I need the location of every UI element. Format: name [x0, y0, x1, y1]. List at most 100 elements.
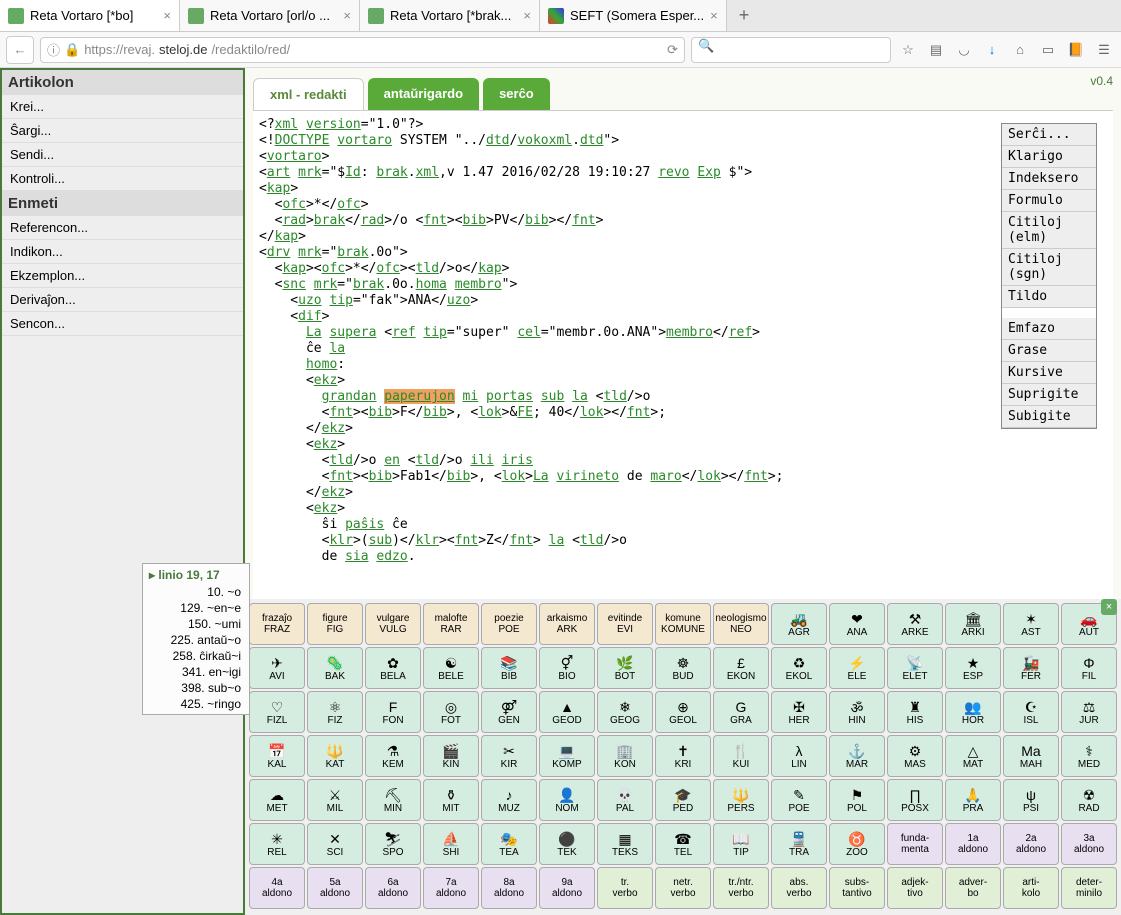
grid-close-icon[interactable]: ×	[1101, 599, 1117, 615]
grid-cell-psi[interactable]: ψPSI	[1003, 779, 1059, 821]
grid-cell-tantivo[interactable]: subs-tantivo	[829, 867, 885, 909]
reload-icon[interactable]: ⟳	[667, 42, 678, 58]
suggest-item[interactable]: 10. ~o	[145, 584, 247, 600]
browser-tab-2[interactable]: Reta Vortaro [*brak... ×	[360, 0, 540, 31]
grid-cell-aldono[interactable]: 9aaldono	[539, 867, 595, 909]
grid-cell-evi[interactable]: evitindeEVI	[597, 603, 653, 645]
grid-cell-arke[interactable]: ⚒ARKE	[887, 603, 943, 645]
grid-cell-avi[interactable]: ✈AVI	[249, 647, 305, 689]
grid-cell-kri[interactable]: ✝KRI	[655, 735, 711, 777]
grid-cell-fil[interactable]: ΦFIL	[1061, 647, 1117, 689]
sidebar-item[interactable]: Sencon...	[2, 312, 243, 336]
grid-cell-tra[interactable]: 🚆TRA	[771, 823, 827, 865]
grid-cell-arki[interactable]: 🏛ARKI	[945, 603, 1001, 645]
grid-cell-bib[interactable]: 📚BIB	[481, 647, 537, 689]
grid-cell-tivo[interactable]: adjek-tivo	[887, 867, 943, 909]
grid-cell-ast[interactable]: ✶AST	[1003, 603, 1059, 645]
grid-cell-fer[interactable]: 🚂FER	[1003, 647, 1059, 689]
browser-tab-3[interactable]: SEFT (Somera Esper... ×	[540, 0, 727, 31]
grid-cell-bele[interactable]: ☯BELE	[423, 647, 479, 689]
xml-editor[interactable]: <?xml version="1.0"?><!DOCTYPE vortaro S…	[253, 110, 1113, 599]
grid-cell-shi[interactable]: ⛵SHI	[423, 823, 479, 865]
grid-cell-spo[interactable]: ⛷SPO	[365, 823, 421, 865]
grid-cell-aldono[interactable]: 8aaldono	[481, 867, 537, 909]
sidebar-item[interactable]: Kontroli...	[2, 167, 243, 191]
back-button[interactable]: ←	[6, 36, 34, 64]
grid-cell-aldono[interactable]: 5aaldono	[307, 867, 363, 909]
url-bar[interactable]: ⓘ 🔒 https://revaj.steloj.de/redaktilo/re…	[40, 37, 685, 63]
grid-cell-mat[interactable]: △MAT	[945, 735, 1001, 777]
suggest-item[interactable]: 258. ĉirkaŭ~i	[145, 648, 247, 664]
grid-cell-mas[interactable]: ⚙MAS	[887, 735, 943, 777]
star-icon[interactable]: ☆	[897, 39, 919, 61]
grid-cell-fig[interactable]: figureFIG	[307, 603, 363, 645]
grid-cell-kolo[interactable]: arti-kolo	[1003, 867, 1059, 909]
grid-cell-pers[interactable]: 🔱PERS	[713, 779, 769, 821]
suggest-item[interactable]: 225. antaŭ~o	[145, 632, 247, 648]
grid-cell-mit[interactable]: ⚱MIT	[423, 779, 479, 821]
grid-cell-kon[interactable]: 🏢KON	[597, 735, 653, 777]
tab-close-icon[interactable]: ×	[523, 8, 531, 23]
grid-cell-fon[interactable]: FFON	[365, 691, 421, 733]
grid-cell-aldono[interactable]: 2aaldono	[1003, 823, 1059, 865]
grid-cell-lin[interactable]: λLIN	[771, 735, 827, 777]
tool-panel-item[interactable]: Klarigo	[1002, 146, 1096, 168]
grid-cell-pra[interactable]: 🙏PRA	[945, 779, 1001, 821]
grid-cell-gra[interactable]: GGRA	[713, 691, 769, 733]
tool-panel-item[interactable]: Tildo	[1002, 286, 1096, 308]
grid-cell-aldono[interactable]: 7aaldono	[423, 867, 479, 909]
grid-cell-aldono[interactable]: 1aaldono	[945, 823, 1001, 865]
grid-cell-aldono[interactable]: 6aaldono	[365, 867, 421, 909]
grid-cell-ark[interactable]: arkaismoARK	[539, 603, 595, 645]
grid-cell-agr[interactable]: 🚜AGR	[771, 603, 827, 645]
grid-cell-geog[interactable]: ❄GEOG	[597, 691, 653, 733]
tool-panel-item[interactable]: Serĉi...	[1002, 124, 1096, 146]
grid-cell-kal[interactable]: 📅KAL	[249, 735, 305, 777]
search-input[interactable]: 🔍	[691, 37, 891, 63]
sidebar-item[interactable]: Krei...	[2, 95, 243, 119]
tool-panel-item[interactable]: Citiloj (sgn)	[1002, 249, 1096, 286]
grid-cell-verbo[interactable]: tr.verbo	[597, 867, 653, 909]
grid-cell-pol[interactable]: ⚑POL	[829, 779, 885, 821]
browser-tab-1[interactable]: Reta Vortaro [orl/o ... ×	[180, 0, 360, 31]
library-icon[interactable]: ▤	[925, 39, 947, 61]
grid-cell-fraz[interactable]: frazaĵoFRAZ	[249, 603, 305, 645]
tab-sercho[interactable]: serĉo	[483, 78, 550, 110]
grid-cell-his[interactable]: ♜HIS	[887, 691, 943, 733]
tab-close-icon[interactable]: ×	[343, 8, 351, 23]
grid-cell-verbo[interactable]: abs.verbo	[771, 867, 827, 909]
pocket-icon[interactable]: ◡	[953, 39, 975, 61]
grid-cell-min[interactable]: ⛏MIN	[365, 779, 421, 821]
grid-cell-gen[interactable]: ⚤GEN	[481, 691, 537, 733]
grid-cell-rel[interactable]: ✳REL	[249, 823, 305, 865]
grid-cell-geol[interactable]: ⊕GEOL	[655, 691, 711, 733]
suggest-item[interactable]: 150. ~umi	[145, 616, 247, 632]
grid-cell-bela[interactable]: ✿BELA	[365, 647, 421, 689]
sidebar-item[interactable]: Ekzemplon...	[2, 264, 243, 288]
grid-cell-poe[interactable]: poeziePOE	[481, 603, 537, 645]
grid-cell-kir[interactable]: ✂KIR	[481, 735, 537, 777]
grid-cell-sci[interactable]: ✕SCI	[307, 823, 363, 865]
download-icon[interactable]: ↓	[981, 39, 1003, 61]
tool-panel-item[interactable]: Emfazo	[1002, 318, 1096, 340]
grid-cell-komune[interactable]: komuneKOMUNE	[655, 603, 711, 645]
suggest-item[interactable]: 129. ~en~e	[145, 600, 247, 616]
grid-cell-ekol[interactable]: ♻EKOL	[771, 647, 827, 689]
grid-cell-isl[interactable]: ☪ISL	[1003, 691, 1059, 733]
grid-cell-menta[interactable]: funda-menta	[887, 823, 943, 865]
tab-antaurigardo[interactable]: antaŭrigardo	[368, 78, 479, 110]
grid-cell-verbo[interactable]: netr.verbo	[655, 867, 711, 909]
tab-close-icon[interactable]: ×	[163, 8, 171, 23]
grid-cell-kat[interactable]: 🔱KAT	[307, 735, 363, 777]
grid-cell-fiz[interactable]: ⚛FIZ	[307, 691, 363, 733]
menu-icon[interactable]: ☰	[1093, 39, 1115, 61]
sidebar-item[interactable]: Derivaĵon...	[2, 288, 243, 312]
new-tab-button[interactable]: +	[727, 0, 762, 31]
grid-cell-fot[interactable]: ◎FOT	[423, 691, 479, 733]
grid-cell-hin[interactable]: ॐHIN	[829, 691, 885, 733]
browser-tab-0[interactable]: Reta Vortaro [*bo] ×	[0, 0, 180, 31]
grid-cell-aldono[interactable]: 4aaldono	[249, 867, 305, 909]
grid-cell-ana[interactable]: ❤ANA	[829, 603, 885, 645]
tool-panel-item[interactable]: Formulo	[1002, 190, 1096, 212]
grid-cell-verbo[interactable]: tr./ntr.verbo	[713, 867, 769, 909]
